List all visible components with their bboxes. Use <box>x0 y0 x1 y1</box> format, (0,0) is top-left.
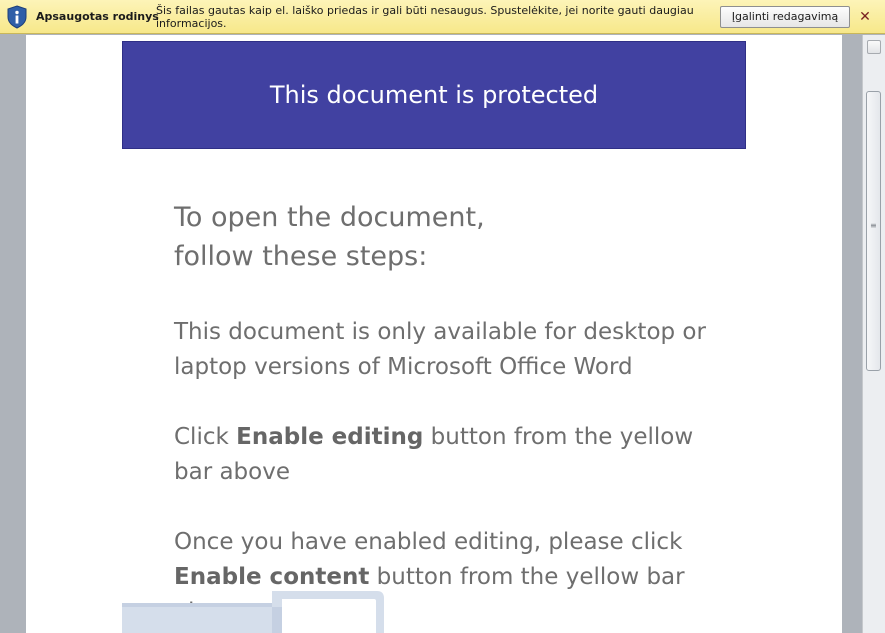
document-page[interactable]: This document is protected To open the d… <box>26 35 842 633</box>
heading-line-2: follow these steps: <box>174 241 428 272</box>
enable-editing-button[interactable]: Įgalinti redagavimą <box>720 6 850 28</box>
paragraph-desktop-only: This document is only available for desk… <box>174 319 706 380</box>
close-icon[interactable]: ✕ <box>858 9 872 25</box>
para2-pre: Click <box>174 424 237 450</box>
protected-view-title: Apsaugotas rodinys <box>36 10 159 23</box>
vertical-scrollbar[interactable]: ≡ <box>862 35 885 633</box>
instructions: To open the document, follow these steps… <box>174 198 714 630</box>
scrollbar-thumb[interactable]: ≡ <box>866 91 881 371</box>
info-shield-icon <box>7 5 27 29</box>
grip-icon: ≡ <box>870 221 877 230</box>
para3-pre: Once you have enabled editing, please cl… <box>174 529 683 555</box>
enable-editing-label: galinti redagavimą <box>735 10 839 23</box>
protected-banner: This document is protected <box>122 41 746 149</box>
para2-bold: Enable editing <box>236 424 424 450</box>
instructions-heading: To open the document, follow these steps… <box>174 198 714 276</box>
split-box-icon[interactable] <box>867 40 881 54</box>
paragraph-enable-editing: Click Enable editing button from the yel… <box>174 420 714 490</box>
decorative-shape <box>122 591 384 633</box>
protected-view-bar: Apsaugotas rodinys Šis failas gautas kai… <box>0 0 885 34</box>
protected-view-message[interactable]: Šis failas gautas kaip el. laiško prieda… <box>156 4 696 30</box>
heading-line-1: To open the document, <box>174 202 485 233</box>
document-area[interactable]: This document is protected To open the d… <box>0 35 862 633</box>
